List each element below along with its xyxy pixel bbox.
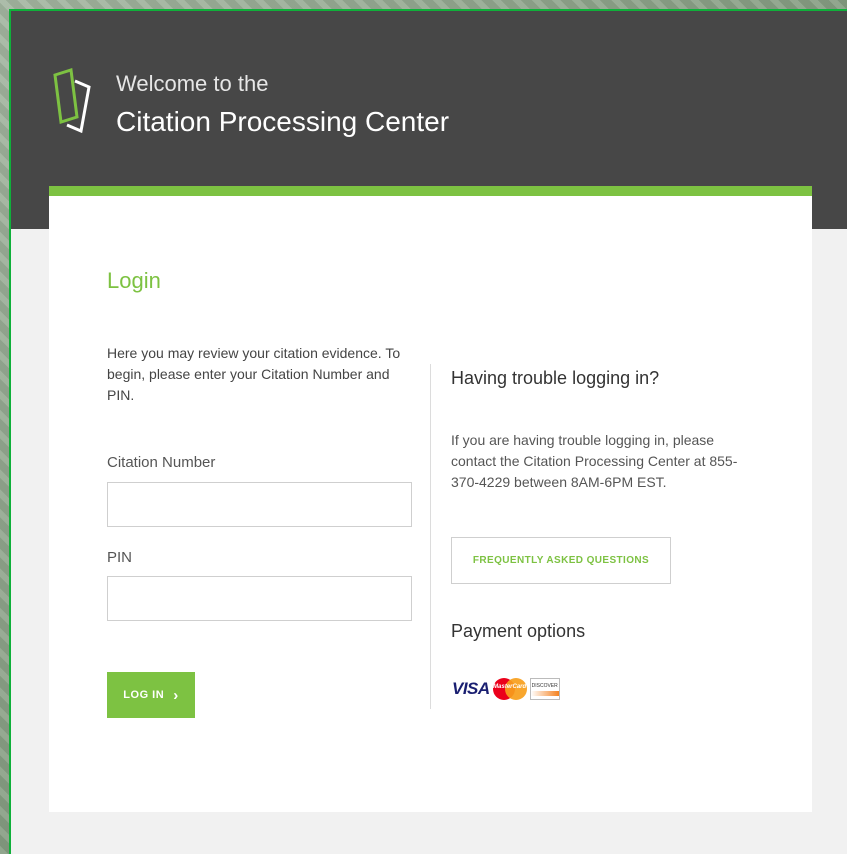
payment-heading: Payment options	[451, 621, 586, 641]
page: Welcome to the Citation Processing Cente…	[11, 11, 847, 854]
citation-number-input[interactable]	[107, 482, 412, 527]
login-intro-text: Here you may review your citation eviden…	[107, 345, 401, 403]
login-card: Login Here you may review your citation …	[49, 186, 812, 812]
site-title: Citation Processing Center	[116, 106, 450, 137]
welcome-text: Welcome to the	[116, 71, 269, 96]
login-heading: Login	[107, 268, 161, 293]
mastercard-logo-text: MasterCard	[493, 684, 527, 690]
faq-button[interactable]: FREQUENTLY ASKED QUESTIONS	[451, 537, 671, 584]
login-button[interactable]: LOG IN ›	[107, 672, 195, 718]
chevron-right-icon: ›	[173, 686, 179, 704]
pin-label: PIN	[107, 549, 133, 566]
trouble-heading: Having trouble logging in?	[451, 368, 660, 388]
mastercard-logo-icon: MasterCard	[492, 678, 527, 700]
document-stack-icon	[53, 68, 91, 133]
login-button-label: LOG IN	[123, 689, 165, 701]
trouble-text: If you are having trouble logging in, pl…	[451, 432, 738, 490]
window-frame: Welcome to the Citation Processing Cente…	[9, 9, 847, 854]
discover-logo-icon: DISCOVER	[529, 678, 560, 700]
column-divider	[430, 364, 431, 709]
citation-number-label: Citation Number	[107, 454, 216, 471]
pin-input[interactable]	[107, 576, 412, 621]
discover-logo-text: DISCOVER	[531, 682, 558, 689]
payment-card-logos: VISA MasterCard DISCOVER	[452, 678, 560, 700]
visa-logo-icon: VISA	[452, 679, 490, 698]
